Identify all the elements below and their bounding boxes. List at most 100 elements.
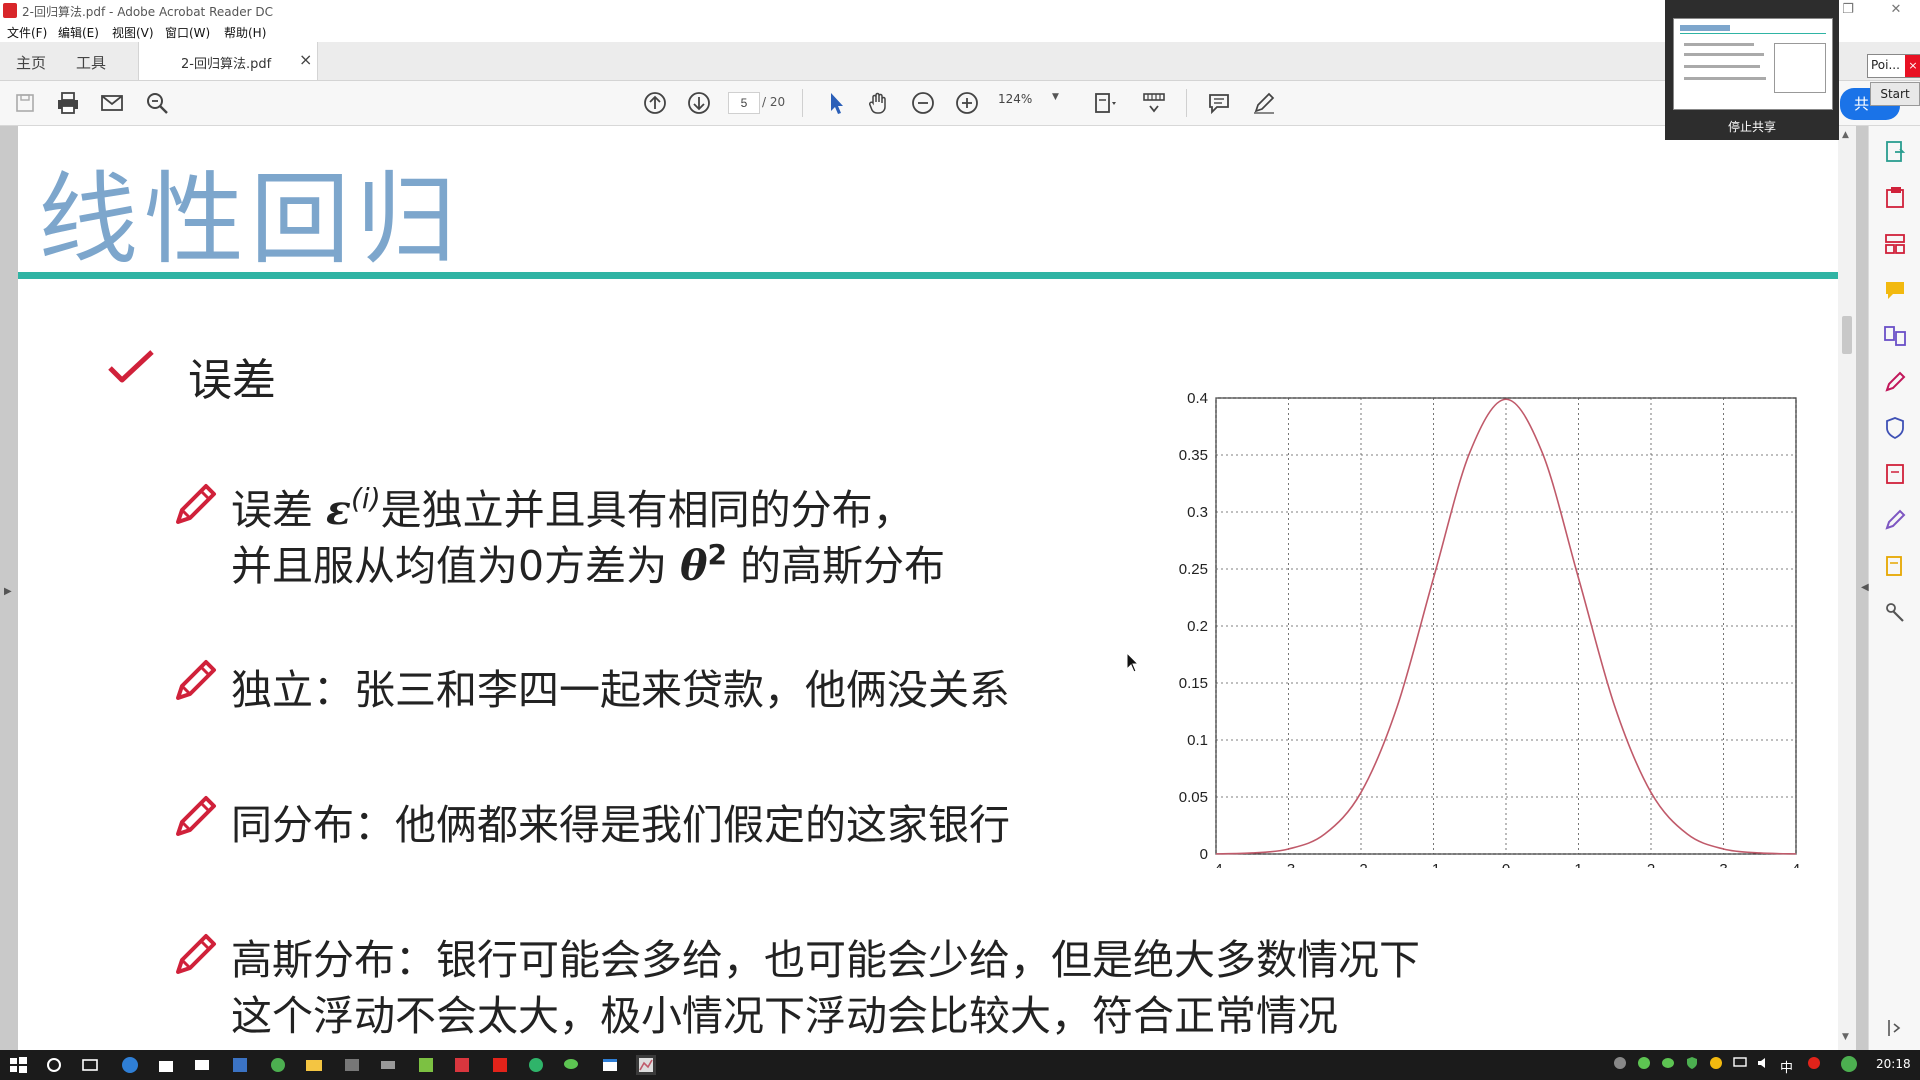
menu-edit[interactable]: 编辑(E) xyxy=(58,24,99,41)
slide-title: 线性回归 xyxy=(38,161,462,278)
protect-shield-icon[interactable] xyxy=(1881,414,1909,442)
search-icon[interactable] xyxy=(44,1055,64,1075)
taskbar-clock[interactable]: 20:18 xyxy=(1876,1057,1911,1071)
find-zoom-icon[interactable] xyxy=(143,89,171,117)
tab-home[interactable]: 主页 xyxy=(16,52,46,73)
save-icon[interactable] xyxy=(11,89,39,117)
comment-tool-icon[interactable] xyxy=(1881,276,1909,304)
windows-taskbar: 中 20:18 xyxy=(0,1050,1920,1080)
menu-window[interactable]: 窗口(W) xyxy=(165,24,210,41)
stop-sharing-button[interactable]: 停止共享 xyxy=(1665,118,1839,135)
restore-window-icon[interactable]: ❐ xyxy=(1836,1,1860,19)
zoom-level-select[interactable]: 124% ▼ xyxy=(998,92,1062,112)
pencil-bullet-icon xyxy=(172,794,218,844)
pencil-bullet-icon xyxy=(172,482,218,532)
collapse-panel-icon[interactable]: ◀ xyxy=(1861,582,1869,593)
tray-sogou-icon[interactable] xyxy=(1806,1055,1826,1075)
network-icon[interactable] xyxy=(1732,1055,1752,1075)
more-tools-icon[interactable] xyxy=(1881,598,1909,626)
epsilon-symbol: ε xyxy=(326,486,351,534)
expand-panel-icon[interactable] xyxy=(1881,1014,1909,1042)
tray-shield-icon[interactable] xyxy=(1684,1055,1704,1075)
menu-help[interactable]: 帮助(H) xyxy=(224,24,266,41)
bullet-same-distribution: 同分布：他俩都来得是我们假定的这家银行 xyxy=(231,801,1010,849)
app-icon-window[interactable] xyxy=(600,1055,620,1075)
close-window-icon[interactable]: ✕ xyxy=(1884,1,1908,19)
comment-icon[interactable] xyxy=(1205,89,1233,117)
close-tab-icon[interactable]: × xyxy=(299,50,312,69)
tray-icon[interactable] xyxy=(1636,1055,1656,1075)
x-tick-label: 0 xyxy=(1502,861,1510,868)
mail-icon[interactable] xyxy=(192,1055,212,1075)
draw-pen-icon[interactable] xyxy=(1250,89,1278,117)
vertical-scrollbar[interactable]: ▲ ▼ xyxy=(1838,126,1856,1050)
print-icon[interactable] xyxy=(54,89,82,117)
scroll-down-icon[interactable]: ▼ xyxy=(1842,1032,1849,1042)
theta-symbol: θ xyxy=(680,542,708,590)
checkmark-icon xyxy=(108,348,154,390)
tab-tools[interactable]: 工具 xyxy=(76,52,106,73)
create-pdf-icon[interactable] xyxy=(1881,184,1909,212)
scroll-up-icon[interactable]: ▲ xyxy=(1842,130,1849,140)
previous-page-icon[interactable] xyxy=(641,89,669,117)
app-icon-gray[interactable] xyxy=(378,1055,398,1075)
export-pdf-icon[interactable] xyxy=(1881,138,1909,166)
app-icon-chart[interactable] xyxy=(636,1055,656,1075)
wechat-icon[interactable] xyxy=(562,1055,582,1075)
x-tick-label: -2 xyxy=(1354,861,1367,868)
app-icon-lime[interactable] xyxy=(416,1055,436,1075)
edit-pdf-icon[interactable] xyxy=(1881,552,1909,580)
app-icon-dark[interactable] xyxy=(342,1055,362,1075)
zoom-out-icon[interactable] xyxy=(909,89,937,117)
left-panel-toggle-icon[interactable]: ▶ xyxy=(4,586,12,597)
start-button[interactable]: Start xyxy=(1870,82,1920,106)
toolbar: / 20 124% ▼ xyxy=(0,81,1920,126)
bullet-error-line2: 并且服从均值为0方差为 θ2 的高斯分布 xyxy=(231,532,945,592)
hand-tool-icon[interactable] xyxy=(865,89,893,117)
app-icon-blue[interactable] xyxy=(230,1055,250,1075)
organize-pages-icon[interactable] xyxy=(1881,230,1909,258)
zoom-level-value: 124% xyxy=(998,92,1033,106)
tray-wechat-icon[interactable] xyxy=(1660,1055,1680,1075)
tab-document[interactable]: 2-回归算法.pdf × xyxy=(138,42,318,80)
fill-sign-icon[interactable] xyxy=(1881,368,1909,396)
email-icon[interactable] xyxy=(98,89,126,117)
scroll-mode-icon[interactable] xyxy=(1140,89,1168,117)
gaussian-chart: -4 -3 -2 -1 0 1 2 3 4 0 0.05 0.1 0.15 0.2 0.25 0.3 0.35 0… xyxy=(1179,390,1800,868)
windows-start-icon[interactable] xyxy=(8,1055,28,1075)
app-icon-teal[interactable] xyxy=(526,1055,546,1075)
menu-view[interactable]: 视图(V) xyxy=(112,24,154,41)
file-explorer-icon[interactable] xyxy=(304,1055,324,1075)
edge-browser-icon[interactable] xyxy=(120,1055,140,1075)
x-tick-label: -3 xyxy=(1282,861,1295,868)
app-icon-green[interactable] xyxy=(268,1055,288,1075)
page-number-input[interactable] xyxy=(728,92,760,114)
y-tick-label: 0.3 xyxy=(1187,504,1208,521)
y-tick-label: 0.2 xyxy=(1187,618,1208,635)
certificate-sign-icon[interactable] xyxy=(1881,506,1909,534)
compare-files-icon[interactable] xyxy=(1881,322,1909,350)
input-method-indicator[interactable]: 中 xyxy=(1780,1057,1793,1076)
window-title: 2-回归算法.pdf - Adobe Acrobat Reader DC xyxy=(22,5,273,19)
notification-badge-icon[interactable] xyxy=(1840,1055,1860,1075)
send-for-review-icon[interactable] xyxy=(1881,460,1909,488)
select-tool-icon[interactable] xyxy=(822,89,850,117)
next-page-icon[interactable] xyxy=(685,89,713,117)
tray-icon[interactable] xyxy=(1708,1055,1728,1075)
x-tick-label: 2 xyxy=(1647,861,1655,868)
scrollbar-thumb[interactable] xyxy=(1842,316,1852,354)
acrobat-taskbar-icon[interactable] xyxy=(490,1055,510,1075)
volume-icon[interactable] xyxy=(1756,1055,1776,1075)
right-tools-panel: ◀ xyxy=(1861,126,1920,1050)
mouse-cursor-icon xyxy=(1126,652,1140,673)
task-view-icon[interactable] xyxy=(80,1055,100,1075)
app-icon-red[interactable] xyxy=(452,1055,472,1075)
store-icon[interactable] xyxy=(156,1055,176,1075)
menu-file[interactable]: 文件(F) xyxy=(7,24,47,41)
close-icon[interactable]: × xyxy=(1905,55,1920,77)
fit-page-icon[interactable] xyxy=(1090,89,1118,117)
acrobat-app-icon xyxy=(3,3,17,18)
zoom-in-icon[interactable] xyxy=(953,89,981,117)
tray-icon[interactable] xyxy=(1612,1055,1632,1075)
pointer-widget[interactable]: Poi... × xyxy=(1867,54,1920,78)
